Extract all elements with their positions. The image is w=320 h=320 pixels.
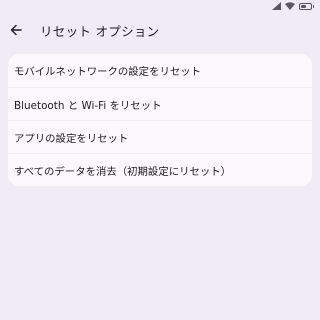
option-reset-bluetooth-wifi[interactable]: Bluetooth と Wi-Fi をリセット [8,87,312,120]
battery-icon [299,2,314,10]
back-button[interactable] [6,20,26,40]
option-reset-app-preferences[interactable]: アプリの設定をリセット [8,120,312,153]
top-app-bar: リセット オプション [0,18,320,42]
page-title: リセット オプション [40,23,160,39]
battery-level [301,4,306,8]
option-erase-all-data[interactable]: すべてのデータを消去（初期設定にリセット） [8,153,312,186]
option-reset-mobile-network[interactable]: モバイルネットワークの設定をリセット [8,54,312,87]
reset-options-list: モバイルネットワークの設定をリセット Bluetooth と Wi-Fi をリセ… [8,54,312,186]
signal-icon [272,2,281,10]
arrow-back-icon [10,21,22,40]
status-bar [272,0,314,12]
wifi-icon [285,2,295,10]
